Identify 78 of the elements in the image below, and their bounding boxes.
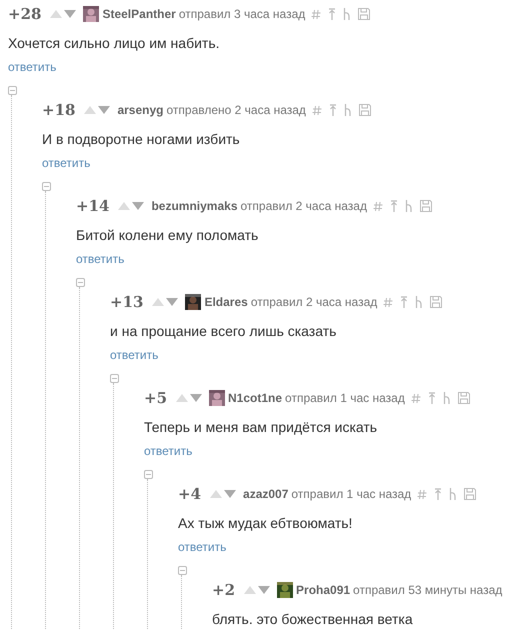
- post-time: отправил 1 час назад: [291, 486, 412, 503]
- up-arrow-icon[interactable]: [428, 392, 436, 404]
- comment-text: Хочется сильно лицо им набить.: [8, 34, 221, 53]
- upvote-icon[interactable]: [176, 394, 188, 402]
- up-arrow-icon[interactable]: [328, 8, 336, 20]
- reply-link[interactable]: ответить: [42, 155, 517, 171]
- comment-score: +2: [212, 580, 236, 601]
- reply-link[interactable]: ответить: [144, 443, 517, 459]
- collapse-icon[interactable]: [144, 470, 153, 479]
- username-link[interactable]: SteelPanther: [102, 5, 176, 23]
- upvote-icon[interactable]: [118, 202, 130, 210]
- comment-score: +18: [42, 100, 76, 121]
- upvote-icon[interactable]: [210, 490, 222, 498]
- comment-text: Битой колени ему поломать: [76, 226, 260, 245]
- username-link[interactable]: bezumniymaks: [151, 197, 238, 215]
- hash-icon[interactable]: [417, 488, 428, 500]
- post-time: отправил 2 часа назад: [250, 294, 378, 311]
- comment-text: блять. это божественная ветка: [212, 610, 414, 629]
- comment-text: и на прощание всего лишь сказать: [110, 322, 338, 341]
- username-link[interactable]: N1cot1ne: [228, 389, 282, 407]
- post-time: отправил 3 часа назад: [178, 6, 306, 23]
- save-icon[interactable]: [358, 104, 371, 116]
- downvote-icon[interactable]: [132, 202, 144, 210]
- upvote-icon[interactable]: [152, 298, 164, 306]
- post-time: отправил 1 час назад: [285, 390, 405, 407]
- branch-icon[interactable]: [442, 392, 451, 404]
- reply-link[interactable]: ответить: [76, 251, 517, 267]
- collapse-icon[interactable]: [8, 86, 17, 95]
- downvote-icon[interactable]: [224, 490, 236, 498]
- reply-link[interactable]: ответить: [110, 347, 517, 363]
- comment-score: +13: [110, 292, 144, 313]
- downvote-icon[interactable]: [98, 106, 110, 114]
- save-icon[interactable]: [358, 8, 370, 20]
- upvote-icon[interactable]: [84, 106, 96, 114]
- username-link[interactable]: arsenyg: [117, 101, 164, 119]
- downvote-icon[interactable]: [190, 394, 202, 402]
- hash-icon[interactable]: [383, 296, 394, 308]
- branch-icon[interactable]: [404, 200, 413, 212]
- comment-score: +5: [144, 388, 168, 409]
- upvote-icon[interactable]: [244, 586, 256, 594]
- post-time: отправлено 2 часа назад: [166, 102, 306, 119]
- branch-icon[interactable]: [343, 8, 352, 20]
- up-arrow-icon[interactable]: [434, 488, 442, 500]
- reply-link[interactable]: ответить: [178, 539, 517, 555]
- branch-icon[interactable]: [415, 296, 424, 308]
- branch-icon[interactable]: [449, 488, 458, 500]
- up-arrow-icon[interactable]: [328, 104, 337, 116]
- hash-icon[interactable]: [410, 392, 421, 404]
- comment-score: +14: [76, 196, 110, 217]
- up-arrow-icon[interactable]: [390, 200, 398, 212]
- username-link[interactable]: azaz007: [243, 485, 288, 503]
- post-time: отправил 53 минуты назад: [353, 582, 502, 599]
- collapse-icon[interactable]: [42, 182, 51, 191]
- collapse-icon[interactable]: [110, 374, 119, 383]
- save-icon[interactable]: [458, 392, 470, 404]
- hash-icon[interactable]: [311, 8, 322, 20]
- save-icon[interactable]: [420, 200, 432, 212]
- downvote-icon[interactable]: [258, 586, 270, 594]
- hash-icon[interactable]: [312, 104, 322, 116]
- downvote-icon[interactable]: [166, 298, 178, 306]
- up-arrow-icon[interactable]: [400, 296, 408, 308]
- collapse-icon[interactable]: [178, 566, 187, 575]
- upvote-icon[interactable]: [50, 10, 62, 18]
- collapse-icon[interactable]: [76, 278, 85, 287]
- post-time: отправил 2 часа назад: [240, 198, 367, 215]
- reply-link[interactable]: ответить: [8, 59, 517, 75]
- save-icon[interactable]: [430, 296, 442, 308]
- comment-text: Теперь и меня вам придётся искать: [144, 418, 378, 437]
- comment-text: И в подворотне ногами избить: [42, 130, 241, 149]
- comment-score: +4: [178, 484, 202, 505]
- comment-score: +28: [8, 4, 42, 25]
- hash-icon[interactable]: [372, 200, 383, 212]
- downvote-icon[interactable]: [64, 10, 76, 18]
- save-icon[interactable]: [464, 488, 476, 500]
- branch-icon[interactable]: [344, 104, 352, 116]
- username-link[interactable]: Proha091: [296, 581, 350, 599]
- comment-text: Ах тыж мудак ебтвоюмать!: [178, 514, 354, 533]
- username-link[interactable]: Eldares: [204, 293, 248, 311]
